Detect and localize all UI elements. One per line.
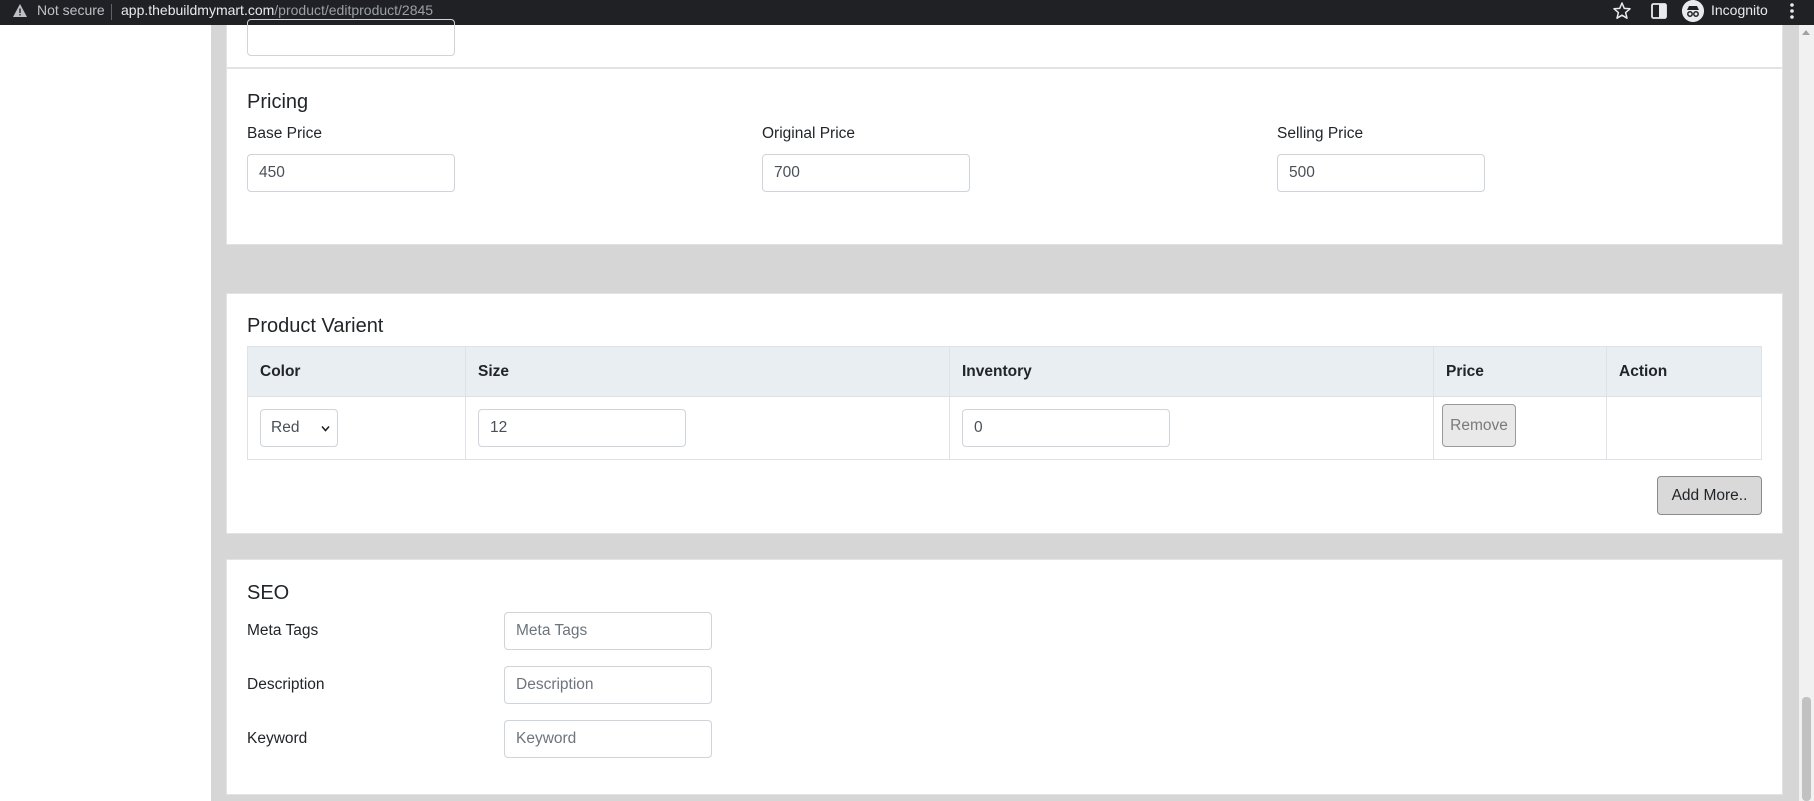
price-cell: Remove (1433, 396, 1607, 460)
variant-title: Product Varient (247, 315, 384, 337)
color-select[interactable]: Red (260, 409, 338, 447)
keyword-input[interactable] (504, 720, 712, 758)
color-cell: Red (247, 396, 466, 460)
base-price-input[interactable] (247, 154, 455, 192)
column-header-price: Price (1433, 346, 1607, 397)
description-label: Description (247, 676, 325, 693)
color-select-value: Red (271, 419, 300, 436)
meta-tags-label: Meta Tags (247, 622, 319, 639)
column-header-size: Size (465, 346, 950, 397)
partial-input-field[interactable] (247, 19, 455, 56)
scroll-up-arrow-icon[interactable] (1802, 30, 1810, 35)
address-bar[interactable]: app.thebuildmymart.com/product/editprodu… (121, 2, 433, 18)
selling-price-input[interactable] (1277, 154, 1485, 192)
original-price-label: Original Price (762, 125, 856, 142)
side-panel-icon[interactable] (1650, 2, 1668, 20)
column-header-inventory: Inventory (949, 346, 1434, 397)
column-header-color: Color (247, 346, 466, 397)
remove-button[interactable]: Remove (1442, 404, 1516, 447)
action-cell (1606, 396, 1762, 460)
add-more-button[interactable]: Add More.. (1657, 476, 1762, 515)
meta-tags-input[interactable] (504, 612, 712, 650)
inventory-input[interactable] (962, 409, 1170, 447)
security-status[interactable]: Not secure (37, 2, 105, 18)
url-divider (111, 4, 112, 20)
sidebar-area (0, 25, 211, 801)
incognito-icon[interactable] (1682, 0, 1704, 22)
scrollbar-thumb[interactable] (1802, 697, 1811, 801)
table-header-row: Color Size Inventory Price Action (247, 346, 1762, 397)
size-cell (465, 396, 950, 460)
chevron-down-icon (321, 425, 330, 432)
seo-card: SEO Meta Tags Description Keyword (226, 559, 1783, 795)
seo-title: SEO (247, 582, 290, 604)
inventory-cell (949, 396, 1434, 460)
variant-table: Color Size Inventory Price Action Red 12… (247, 346, 1762, 460)
browser-menu-icon[interactable] (1788, 2, 1796, 20)
original-price-input[interactable] (762, 154, 970, 192)
pricing-card: Pricing Base Price Original Price Sellin… (226, 68, 1783, 245)
warning-icon[interactable] (12, 3, 28, 19)
incognito-label: Incognito (1711, 2, 1768, 18)
description-input[interactable] (504, 666, 712, 704)
url-host: app.thebuildmymart.com (121, 2, 275, 18)
keyword-label: Keyword (247, 730, 308, 747)
base-price-label: Base Price (247, 125, 322, 142)
page-scrollbar[interactable] (1799, 25, 1814, 801)
table-row: Red Remove (247, 396, 1762, 460)
column-header-action: Action (1606, 346, 1762, 397)
selling-price-label: Selling Price (1277, 125, 1364, 142)
previous-section-card (226, 19, 1783, 68)
bookmark-star-icon[interactable] (1612, 1, 1632, 21)
url-path: /product/editproduct/2845 (274, 2, 434, 18)
product-variant-card: Product Varient Color Size Inventory Pri… (226, 293, 1783, 534)
pricing-title: Pricing (247, 91, 309, 113)
size-input[interactable] (478, 409, 686, 447)
